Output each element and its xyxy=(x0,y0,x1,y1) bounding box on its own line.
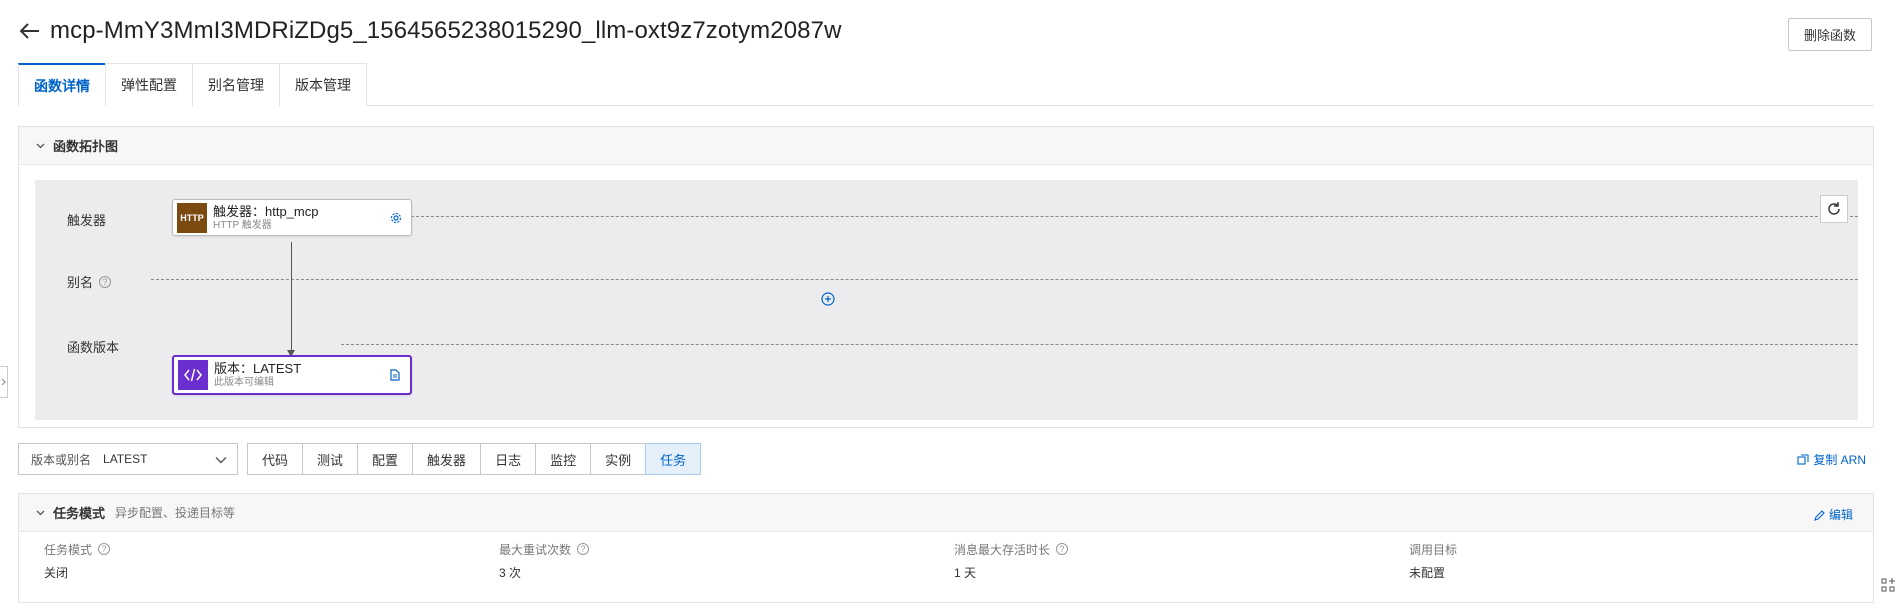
tab-version-management[interactable]: 版本管理 xyxy=(279,63,367,106)
code-icon xyxy=(178,360,208,390)
edit-task-link[interactable]: 编辑 xyxy=(1814,506,1853,523)
alias-dashed-line xyxy=(151,279,1858,280)
field-label-text: 消息最大存活时长 xyxy=(954,542,1051,557)
field-task-mode: 任务模式? 关闭 xyxy=(19,540,474,581)
log-tab-button[interactable]: 日志 xyxy=(480,443,537,475)
monitor-tab-button[interactable]: 监控 xyxy=(535,443,592,475)
version-node-title: 版本：LATEST xyxy=(214,361,302,376)
topology-canvas: 触发器 别名 ? 函数版本 HTTP 触发器：http_mcp HTTP 触发器 xyxy=(35,180,1858,420)
edit-label: 编辑 xyxy=(1828,508,1853,522)
copy-arn-link[interactable]: 复制 ARN xyxy=(1797,451,1866,468)
topology-panel: 函数拓扑图 触发器 别名 ? 函数版本 HTTP 触发器：http_mcp HT… xyxy=(18,126,1874,428)
row-label-alias-text: 别名 xyxy=(67,275,94,290)
version-dashed-line xyxy=(341,344,1858,345)
task-mode-panel: 任务模式 异步配置、投递目标等 编辑 任务模式? 关闭 最大重试次数? 3 次 … xyxy=(18,493,1874,603)
row-label-version: 函数版本 xyxy=(67,337,119,356)
instance-tab-button[interactable]: 实例 xyxy=(590,443,647,475)
trigger-node-title: 触发器：http_mcp xyxy=(213,203,319,219)
refresh-button[interactable] xyxy=(1820,195,1848,223)
copy-icon xyxy=(1797,453,1809,465)
chevron-down-icon[interactable] xyxy=(35,141,45,151)
field-label-text: 调用目标 xyxy=(1409,542,1458,557)
trigger-dashed-line xyxy=(341,216,1858,217)
row-label-trigger: 触发器 xyxy=(67,210,106,229)
function-toolbar: 版本或别名 LATEST 代码 测试 配置 触发器 日志 监控 实例 任务 复制… xyxy=(18,443,1874,475)
gear-icon[interactable] xyxy=(387,209,405,227)
add-alias-icon[interactable] xyxy=(820,291,836,307)
delete-function-button[interactable]: 删除函数 xyxy=(1787,18,1872,51)
http-icon: HTTP xyxy=(177,202,207,233)
help-icon[interactable]: ? xyxy=(98,543,111,555)
field-label: 任务模式? xyxy=(44,540,474,558)
chevron-down-icon xyxy=(215,453,227,467)
help-icon[interactable]: ? xyxy=(99,275,112,288)
row-label-version-text: 函数版本 xyxy=(67,340,120,355)
field-value: 1 天 xyxy=(954,566,977,580)
task-panel-description: 异步配置、投递目标等 xyxy=(115,506,236,520)
field-max-retries: 最大重试次数? 3 次 xyxy=(474,540,929,581)
trigger-tab-button[interactable]: 触发器 xyxy=(412,443,482,475)
side-collapse-handle[interactable] xyxy=(0,366,8,398)
help-icon[interactable]: ? xyxy=(1056,543,1069,555)
version-node[interactable]: 版本：LATEST 此版本可编辑 xyxy=(172,355,412,395)
trigger-node-subtitle: HTTP 触发器 xyxy=(213,219,272,231)
field-label-text: 任务模式 xyxy=(44,542,93,557)
document-icon[interactable] xyxy=(386,366,404,384)
version-node-subtitle: 此版本可编辑 xyxy=(214,377,274,388)
tab-elastic-config[interactable]: 弹性配置 xyxy=(105,63,193,106)
task-panel-title: 任务模式 xyxy=(53,506,106,521)
field-label-text: 最大重试次数 xyxy=(499,542,572,557)
chevron-down-icon[interactable] xyxy=(35,508,45,518)
trigger-node-text: 触发器：http_mcp HTTP 触发器 xyxy=(213,204,387,232)
refresh-icon xyxy=(1828,202,1840,215)
field-value: 3 次 xyxy=(499,566,522,580)
topology-panel-header[interactable]: 函数拓扑图 xyxy=(19,127,1873,165)
back-arrow-icon[interactable] xyxy=(18,19,42,43)
field-label: 消息最大存活时长? xyxy=(954,540,1384,558)
grid-add-icon[interactable] xyxy=(1880,577,1896,593)
function-action-group: 代码 测试 配置 触发器 日志 监控 实例 任务 xyxy=(247,443,702,475)
copy-arn-label: 复制 ARN xyxy=(1813,453,1866,467)
pencil-icon xyxy=(1814,509,1825,521)
trigger-node[interactable]: HTTP 触发器：http_mcp HTTP 触发器 xyxy=(172,199,412,236)
chevron-right-icon xyxy=(1,378,6,386)
trigger-version-connector xyxy=(291,242,292,356)
version-select-label: 版本或别名 xyxy=(31,452,92,467)
version-select[interactable]: 版本或别名 LATEST xyxy=(18,443,238,475)
field-message-ttl: 消息最大存活时长? 1 天 xyxy=(929,540,1384,581)
row-label-alias: 别名 ? xyxy=(67,272,112,291)
field-invoke-target: 调用目标 未配置 xyxy=(1384,540,1839,581)
field-value: 关闭 xyxy=(44,566,69,580)
field-label: 调用目标 xyxy=(1409,540,1839,558)
page-title: mcp-MmY3MmI3MDRiZDg5_1564565238015290_ll… xyxy=(50,17,842,44)
field-value: 未配置 xyxy=(1409,566,1446,580)
version-select-value: LATEST xyxy=(103,452,148,466)
help-icon[interactable]: ? xyxy=(577,543,590,555)
task-tab-button[interactable]: 任务 xyxy=(645,443,702,475)
tab-function-details[interactable]: 函数详情 xyxy=(18,63,106,106)
version-node-text: 版本：LATEST 此版本可编辑 xyxy=(214,361,386,389)
tab-bar: 函数详情 弹性配置 别名管理 版本管理 xyxy=(18,63,1874,106)
page-header: mcp-MmY3MmI3MDRiZDg5_1564565238015290_ll… xyxy=(18,14,842,48)
task-panel-header[interactable]: 任务模式 异步配置、投递目标等 xyxy=(19,494,1873,532)
test-tab-button[interactable]: 测试 xyxy=(302,443,359,475)
task-fields: 任务模式? 关闭 最大重试次数? 3 次 消息最大存活时长? 1 天 调用目标 … xyxy=(19,540,1873,581)
field-label: 最大重试次数? xyxy=(499,540,929,558)
topology-title: 函数拓扑图 xyxy=(53,139,119,154)
tab-alias-management[interactable]: 别名管理 xyxy=(192,63,280,106)
code-tab-button[interactable]: 代码 xyxy=(247,443,304,475)
config-tab-button[interactable]: 配置 xyxy=(357,443,414,475)
row-label-trigger-text: 触发器 xyxy=(67,213,107,228)
